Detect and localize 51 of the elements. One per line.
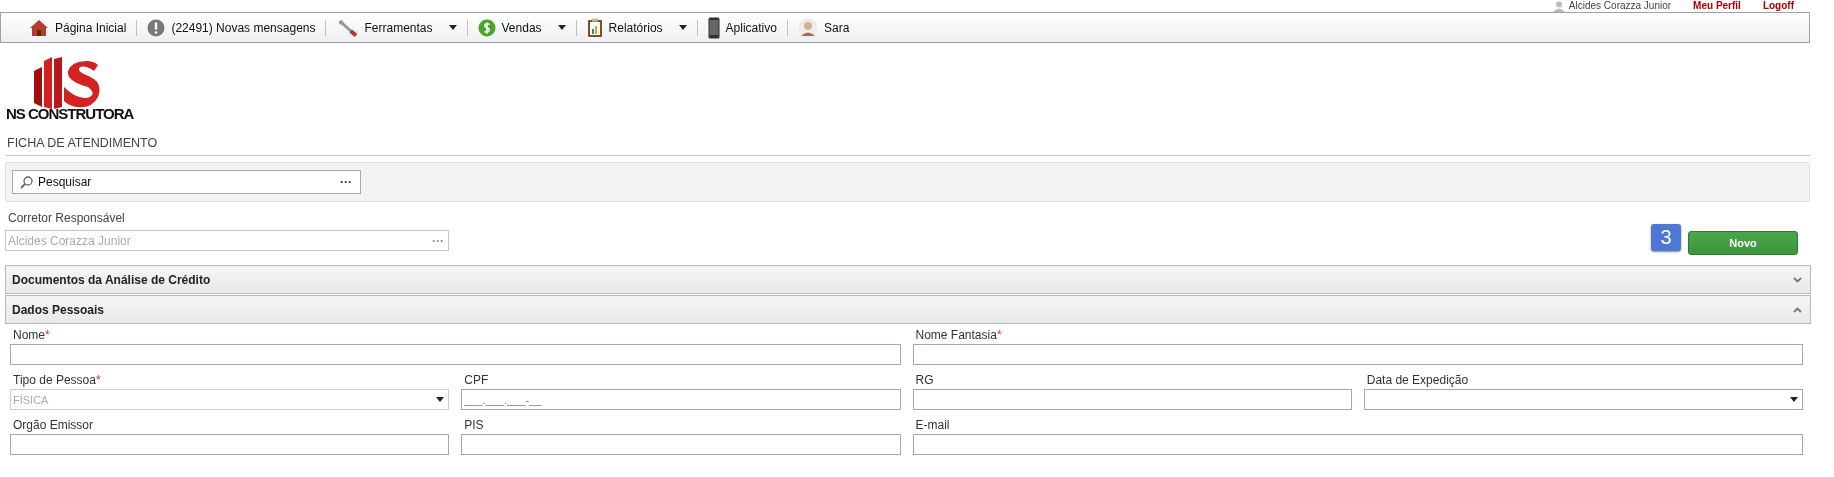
nav-link[interactable]: Aplicativo <box>697 16 787 39</box>
chevron-down-icon <box>1793 276 1802 283</box>
input-field[interactable] <box>461 434 901 455</box>
select-field[interactable] <box>1363 389 1803 410</box>
caret-icon <box>436 397 445 402</box>
header-link[interactable]: Logoff <box>1762 0 1794 12</box>
nav-link[interactable]: Sara <box>787 17 860 38</box>
input-field[interactable]: ___.___.___-__ <box>461 389 901 410</box>
chevron-up-icon <box>1793 306 1802 313</box>
nav-link[interactable]: Relatórios <box>576 17 697 38</box>
nav-link[interactable]: (22491) Novas mensagens <box>137 18 326 37</box>
field-label: Tipo de Pessoa* <box>12 373 102 387</box>
logo-text: NS CONSTRUTORA <box>6 105 134 122</box>
search-field[interactable]: Pesquisar ··· <box>12 170 361 194</box>
caret-icon <box>448 25 457 30</box>
section-header[interactable]: Dados Pessoais <box>5 295 1811 324</box>
field-label: Data de Expedição <box>1365 373 1470 387</box>
phone-icon <box>707 16 720 39</box>
input-field[interactable] <box>912 344 1803 365</box>
header-link[interactable]: Meu Perfil <box>1693 0 1741 12</box>
nav-link[interactable]: Ferramentas <box>326 18 467 37</box>
user-icon <box>1552 0 1565 12</box>
field-label: RG <box>914 373 935 387</box>
clipboard-icon <box>586 17 603 38</box>
field-label: Nome Fantasia* <box>914 328 1003 342</box>
count-badge: 3 <box>1651 224 1681 251</box>
field-label: E-mail <box>914 418 951 432</box>
caret-icon <box>678 25 687 30</box>
input-field[interactable] <box>10 434 450 455</box>
avatar-icon <box>797 17 818 38</box>
dollar-icon <box>477 18 496 37</box>
exclamation-icon <box>147 18 166 37</box>
field-label: Nome* <box>12 328 51 342</box>
more-button[interactable]: ··· <box>340 175 352 189</box>
field-label: PIS <box>463 418 485 432</box>
page-title: FICHA DE ATENDIMENTO <box>6 136 1810 156</box>
field-label: Corretor Responsável <box>7 211 126 225</box>
wrench-icon <box>336 18 359 37</box>
caret-icon <box>557 25 566 30</box>
nav-link[interactable]: Página Inicial <box>19 18 137 37</box>
caret-icon <box>1790 397 1798 402</box>
house-icon <box>29 18 49 37</box>
input-field[interactable] <box>10 344 901 365</box>
input-field[interactable] <box>912 389 1352 410</box>
nav-link[interactable]: Vendas <box>467 18 576 37</box>
field-label: CPF <box>463 373 490 387</box>
user-name: Alcides Corazza Junior <box>1568 0 1672 12</box>
input-field[interactable] <box>912 434 1803 455</box>
search-icon <box>20 175 33 189</box>
field-label: Orgão Emissor <box>12 418 95 432</box>
section-header[interactable]: Documentos da Análise de Crédito <box>5 265 1811 294</box>
